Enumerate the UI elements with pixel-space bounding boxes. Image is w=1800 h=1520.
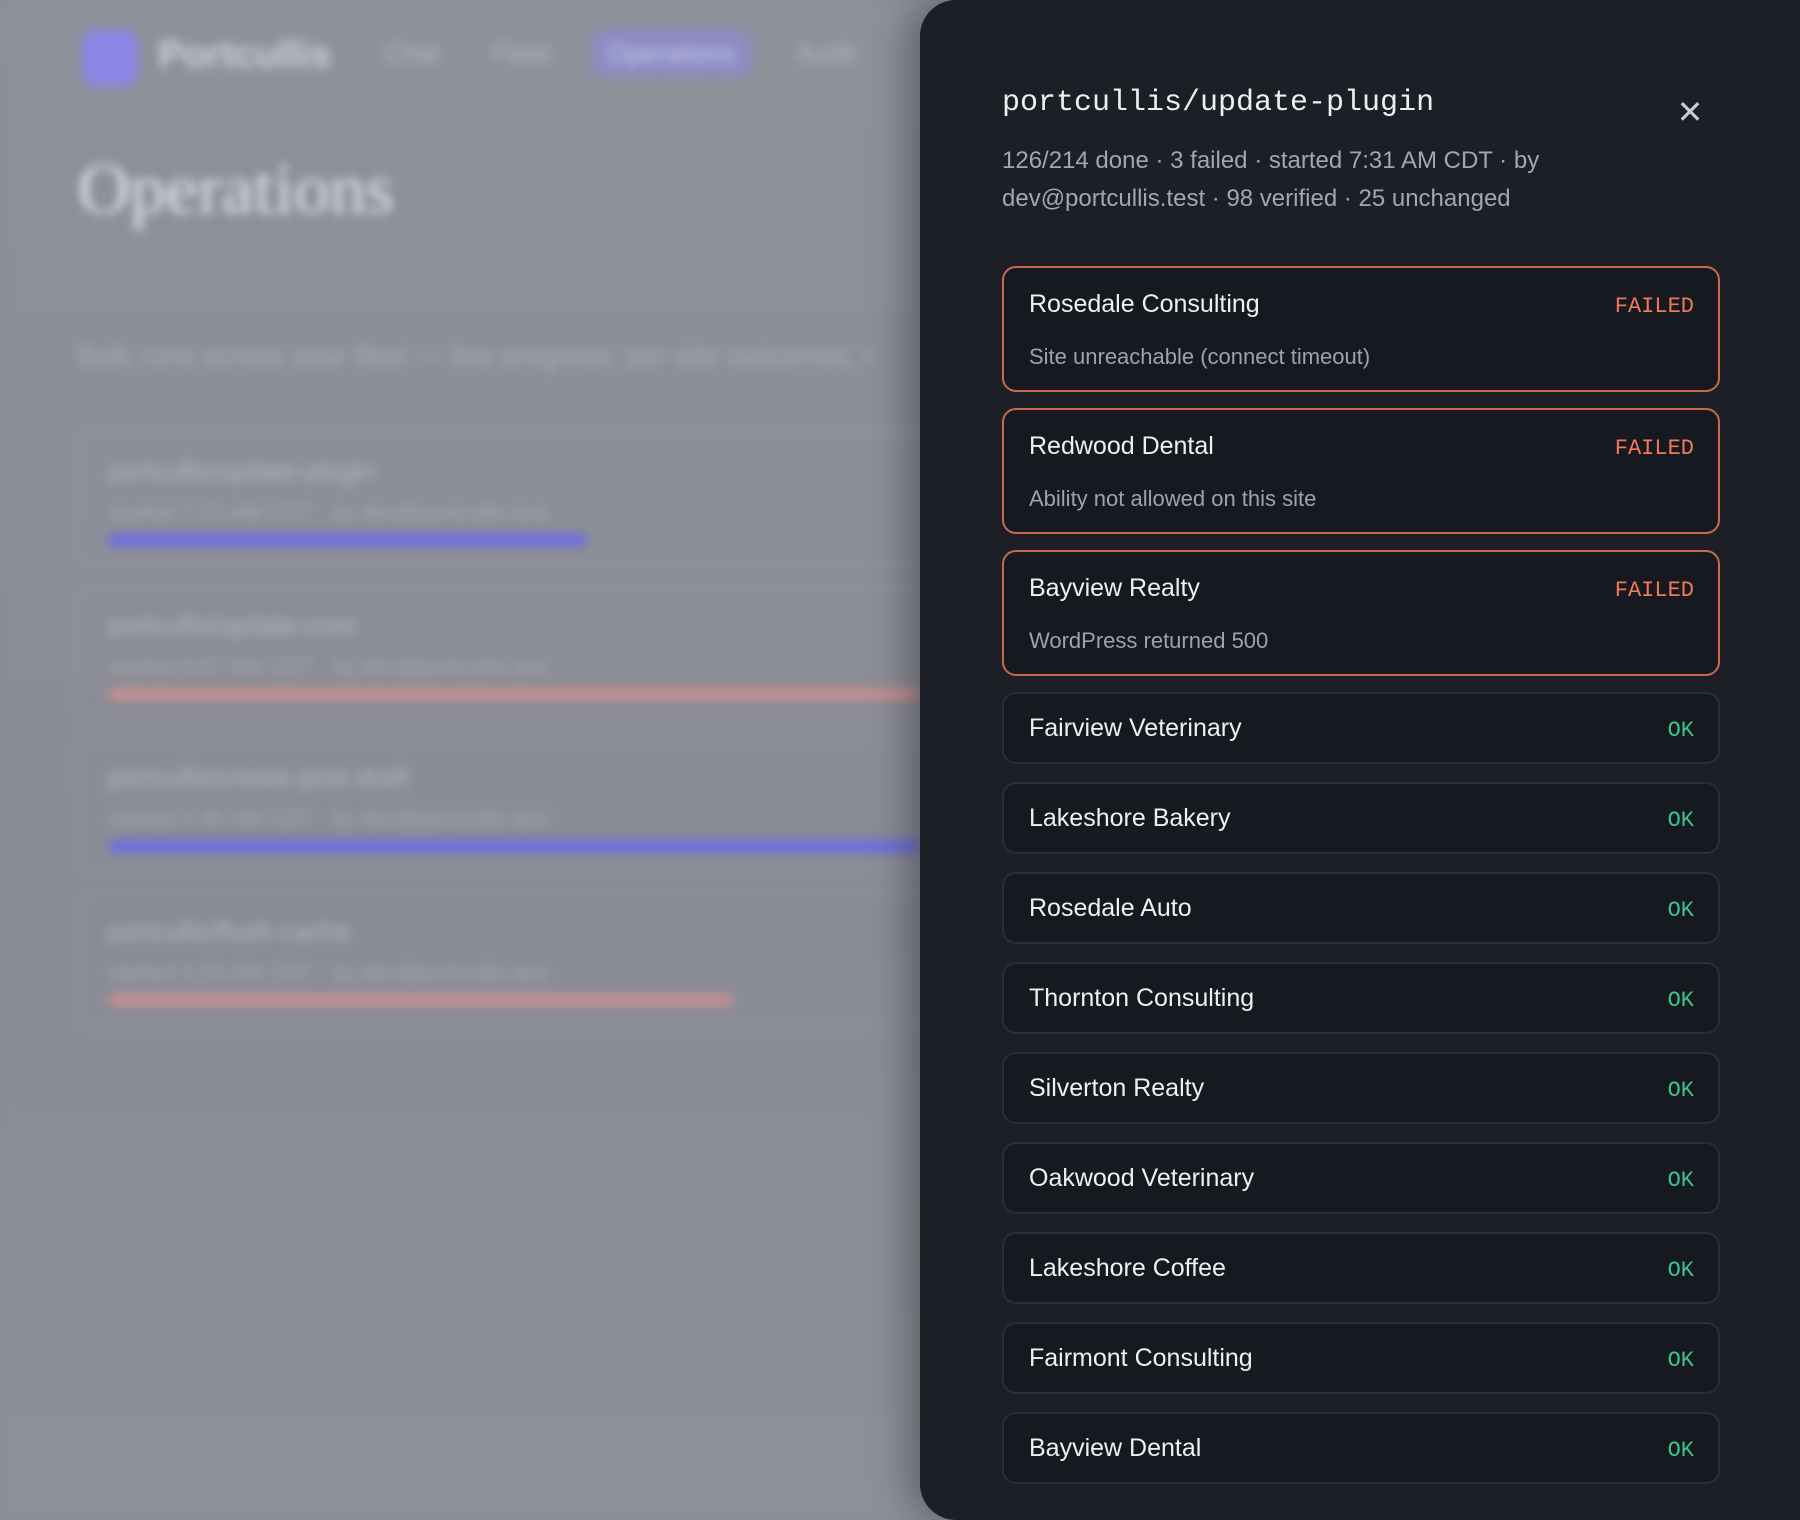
status-badge: FAILED xyxy=(1614,436,1694,461)
status-badge: OK xyxy=(1667,1438,1694,1463)
operation-title: portcullis/update-plugin xyxy=(108,456,376,486)
brand-name: Portcullis xyxy=(158,34,332,76)
status-badge: OK xyxy=(1667,808,1694,833)
page-title: Operations xyxy=(78,149,394,229)
status-badge: OK xyxy=(1667,898,1694,923)
operation-title: portcullis/update-core xyxy=(108,610,357,640)
site-name: Thornton Consulting xyxy=(1029,984,1255,1012)
site-result-row[interactable]: Redwood Dental FAILED Ability not allowed … xyxy=(1002,408,1720,534)
nav-operations[interactable]: Operations xyxy=(592,30,752,77)
site-result-row[interactable]: Lakeshore Coffee OK xyxy=(1002,1232,1720,1304)
close-icon[interactable]: ✕ xyxy=(1670,92,1710,132)
status-badge: OK xyxy=(1667,1168,1694,1193)
site-result-row[interactable]: Thornton Consulting OK xyxy=(1002,962,1720,1034)
site-result-row[interactable]: Lakeshore Bakery OK xyxy=(1002,782,1720,854)
portcullis-logo xyxy=(82,30,138,86)
site-name: Oakwood Veterinary xyxy=(1029,1164,1255,1192)
status-badge: OK xyxy=(1667,718,1694,743)
nav-audit[interactable]: Audit xyxy=(796,38,855,69)
status-badge: OK xyxy=(1667,1078,1694,1103)
status-badge: FAILED xyxy=(1614,578,1694,603)
operation-title: portcullis/create-post-draft xyxy=(108,762,409,792)
site-result-row[interactable]: Fairview Veterinary OK xyxy=(1002,692,1720,764)
site-name: Silverton Realty xyxy=(1029,1074,1205,1102)
site-name: Fairview Veterinary xyxy=(1029,714,1242,742)
site-name: Rosedale Auto xyxy=(1029,894,1192,922)
site-result-row[interactable]: Rosedale Auto OK xyxy=(1002,872,1720,944)
operation-detail-drawer: portcullis/update-plugin ✕ 126/214 done … xyxy=(920,0,1800,1520)
site-error-message: Site unreachable (connect timeout) xyxy=(1029,344,1371,369)
page-subtitle: Bulk runs across your fleet — live progr… xyxy=(78,340,874,371)
site-error-message: Ability not allowed on this site xyxy=(1029,486,1317,511)
operation-progress-bar xyxy=(108,840,920,852)
site-result-row[interactable]: Rosedale Consulting FAILED Site unreachabl… xyxy=(1002,266,1720,392)
drawer-title: portcullis/update-plugin xyxy=(1002,86,1435,120)
operation-card[interactable]: portcullis/update-plugin started 7:31 AM… xyxy=(78,432,952,566)
operation-meta: started 5:45 AM CDT · by dev@portcullis.… xyxy=(108,806,549,831)
operation-progress-bar xyxy=(108,688,920,700)
site-result-list: Rosedale Consulting FAILED Site unreachabl… xyxy=(1002,266,1720,1502)
site-name: Lakeshore Bakery xyxy=(1029,804,1231,832)
site-name: Redwood Dental xyxy=(1029,432,1214,460)
site-name: Fairmont Consulting xyxy=(1029,1344,1253,1372)
site-result-row[interactable]: Bayview Dental OK xyxy=(1002,1412,1720,1484)
operation-title: portcullis/flush-cache xyxy=(108,916,351,946)
status-badge: OK xyxy=(1667,1348,1694,1373)
site-result-row[interactable]: Silverton Realty OK xyxy=(1002,1052,1720,1124)
status-badge: FAILED xyxy=(1614,294,1694,319)
site-error-message: WordPress returned 500 xyxy=(1029,628,1269,653)
operation-meta: started 7:31 AM CDT · by dev@portcullis.… xyxy=(108,500,549,525)
operation-progress-bar xyxy=(108,534,587,546)
operation-meta: started 4:25 AM CDT · by dev@portcullis.… xyxy=(108,960,549,985)
operation-card[interactable]: portcullis/create-post-draft started 5:4… xyxy=(78,738,952,872)
operation-card[interactable]: portcullis/flush-cache started 4:25 AM C… xyxy=(78,892,952,1026)
site-result-row[interactable]: Oakwood Veterinary OK xyxy=(1002,1142,1720,1214)
operation-progress-bar xyxy=(108,994,733,1006)
nav-fleet[interactable]: Fleet xyxy=(492,38,550,69)
status-badge: OK xyxy=(1667,1258,1694,1283)
site-name: Bayview Realty xyxy=(1029,574,1200,602)
operation-meta: started 6:07 AM CDT · by dev@portcullis.… xyxy=(108,654,549,679)
nav-chat[interactable]: Chat xyxy=(384,38,439,69)
site-result-row[interactable]: Fairmont Consulting OK xyxy=(1002,1322,1720,1394)
operation-summary: 126/214 done · 3 failed · started 7:31 A… xyxy=(1002,147,1540,212)
operation-card[interactable]: portcullis/update-core started 6:07 AM C… xyxy=(78,586,952,720)
status-badge: OK xyxy=(1667,988,1694,1013)
site-name: Rosedale Consulting xyxy=(1029,290,1260,318)
site-name: Lakeshore Coffee xyxy=(1029,1254,1226,1282)
site-result-row[interactable]: Bayview Realty FAILED WordPress returned 5… xyxy=(1002,550,1720,676)
site-name: Bayview Dental xyxy=(1029,1434,1202,1462)
